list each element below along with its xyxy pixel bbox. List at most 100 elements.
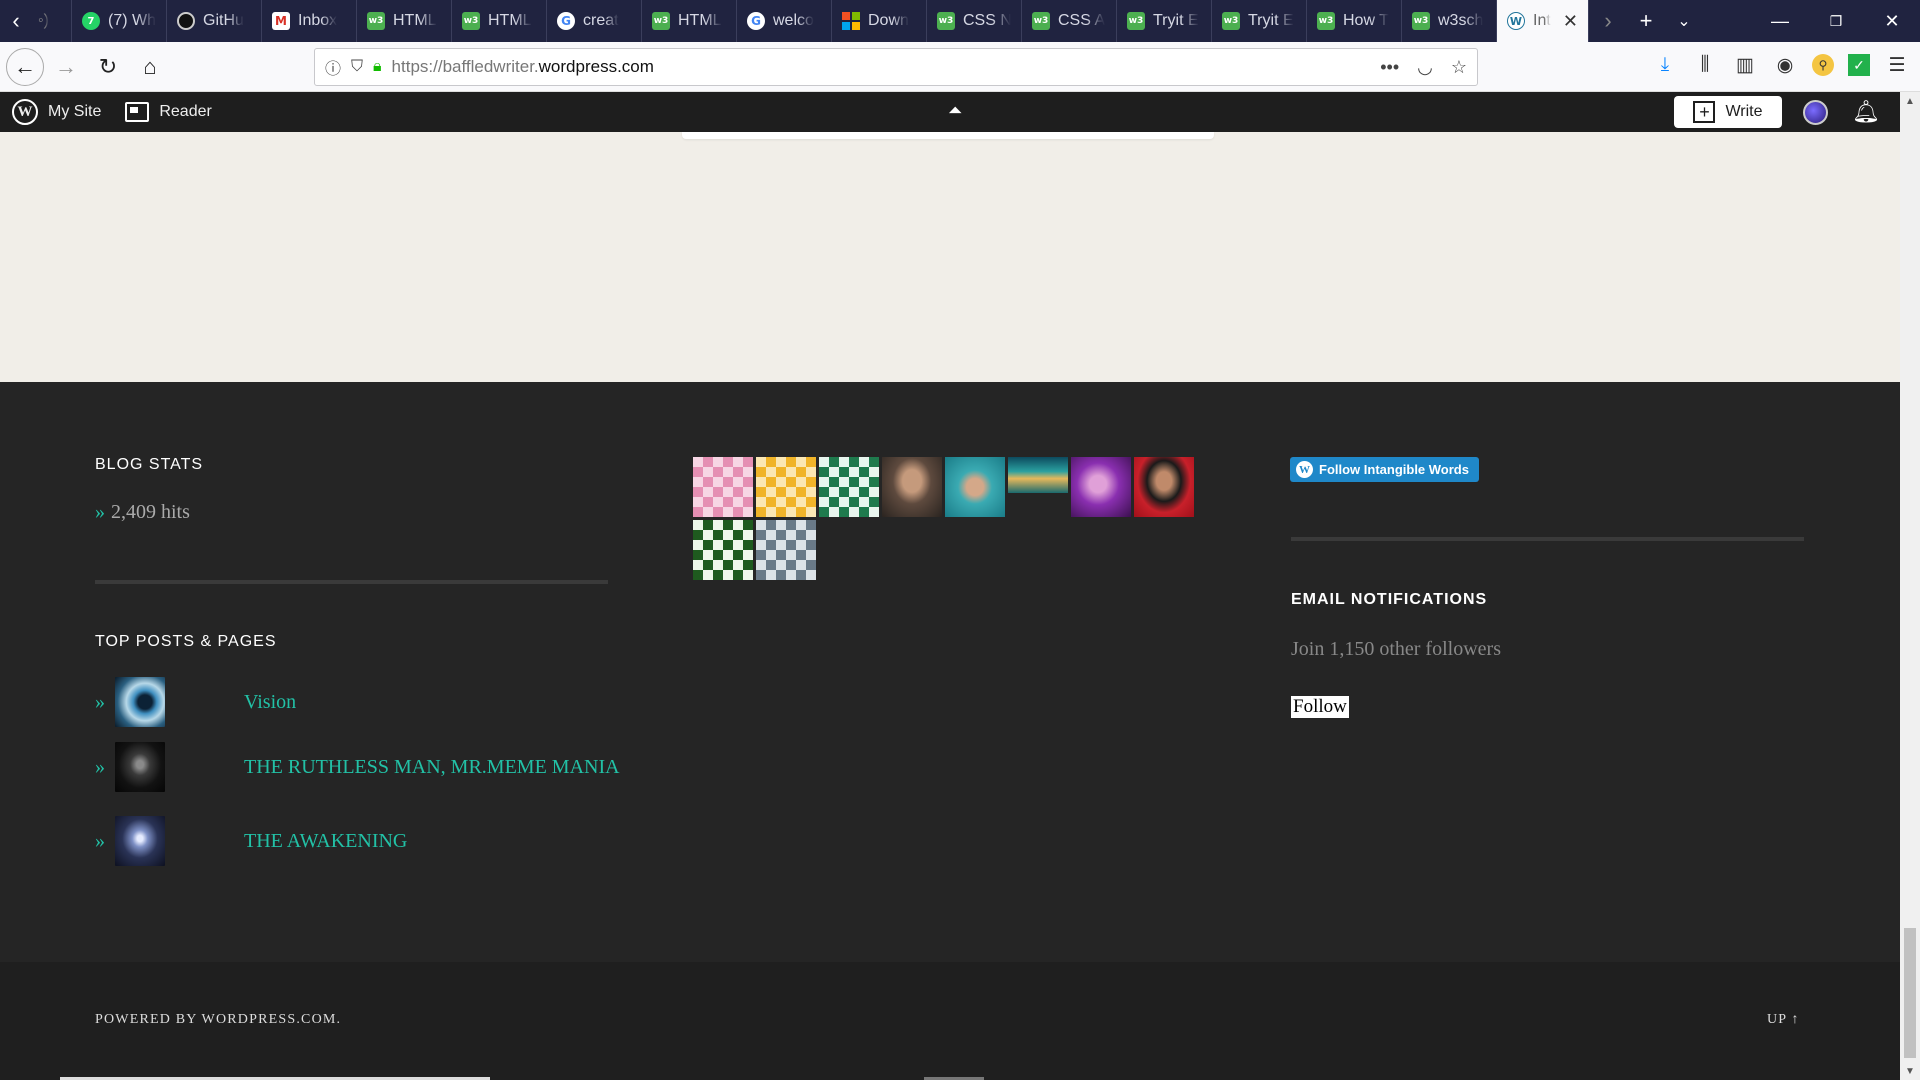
download-icon[interactable]: ⤓ [1652,50,1678,80]
follower-avatar[interactable] [1134,457,1194,517]
site-info-bar: POWERED BY WORDPRESS.COM. UP ↑ [0,962,1900,1080]
raquo-icon: » [95,829,105,852]
follower-avatar[interactable] [693,457,753,517]
my-site-label: My Site [48,103,102,120]
top-post-link[interactable]: THE AWAKENING [244,830,407,853]
info-icon[interactable]: ⓘ [325,55,341,79]
google-icon: G [557,12,575,30]
browser-tab[interactable]: w3 Tryit E [1117,0,1212,42]
top-post-item[interactable]: » THE RUTHLESS MAN, MR.MEME MANIA [95,742,620,792]
collapse-bar-icon[interactable]: ⏶ [948,100,962,121]
browser-tab[interactable]: w3 CSS N [927,0,1022,42]
reader-link[interactable]: Reader [113,92,223,132]
forward-arrow-icon[interactable]: → [46,47,86,87]
tab-scroll-right-icon[interactable]: › [1589,8,1627,34]
write-button[interactable]: + Write [1674,96,1782,128]
browser-tab[interactable]: w3 HTML [452,0,547,42]
scroll-down-icon[interactable]: ▼ [1900,1062,1920,1080]
scrollbar-thumb[interactable] [1904,928,1916,1058]
address-bar[interactable]: ⓘ ⛉ 🔒︎ https://baffledwriter.wordpress.c… [314,48,1478,86]
browser-tab[interactable]: w3 Tryit E [1212,0,1307,42]
reload-icon[interactable]: ↻ [88,47,128,87]
library-icon[interactable]: ⫼ [1692,50,1718,80]
follower-avatar[interactable] [756,520,816,580]
minimize-icon[interactable]: — [1752,0,1808,42]
close-window-icon[interactable]: ✕ [1864,0,1920,42]
list-all-tabs-icon[interactable]: ⌄ [1665,11,1703,31]
w3schools-icon: w3 [367,12,385,30]
browser-tab[interactable]: M Inbox [262,0,357,42]
tab-label: HTML [678,12,722,29]
home-icon[interactable]: ⌂ [130,47,170,87]
browser-tab[interactable]: w3 HTML [642,0,737,42]
post-card-bottom [682,132,1214,139]
hits-count: 2,409 hits [111,501,190,523]
raquo-icon: » [95,755,105,778]
wordpress-logo-icon: W [1296,461,1313,478]
follower-avatar[interactable] [756,457,816,517]
account-icon[interactable]: ◉ [1772,50,1798,80]
follower-avatar[interactable] [882,457,942,517]
top-post-item[interactable]: » Vision [95,677,296,727]
top-post-link[interactable]: Vision [244,691,296,714]
new-tab-icon[interactable]: + [1627,8,1665,34]
browser-tab[interactable]: w3 w3sch [1402,0,1497,42]
w3schools-icon: w3 [1032,12,1050,30]
extension-search-icon[interactable]: ⚲ [1812,54,1834,76]
back-to-top-link[interactable]: UP ↑ [1767,1012,1800,1028]
url-text[interactable]: https://baffledwriter.wordpress.com [392,57,654,77]
browser-tab[interactable]: Down [832,0,927,42]
w3schools-icon: w3 [652,12,670,30]
wordpress-icon: W [1507,12,1525,30]
browser-tab[interactable]: w3 How T [1307,0,1402,42]
extension-check-icon[interactable]: ✓ [1848,54,1870,76]
back-arrow-icon[interactable]: ← [6,47,44,86]
browser-tab[interactable]: 7 (7) Wh [72,0,167,42]
menu-icon[interactable]: ☰ [1884,50,1910,80]
close-tab-icon[interactable]: ✕ [1563,11,1578,32]
bookmark-star-icon[interactable]: ☆ [1451,57,1467,78]
follower-avatar[interactable] [693,520,753,580]
lock-icon[interactable]: 🔒︎ [373,58,382,76]
follower-avatar[interactable] [819,457,879,517]
browser-tab[interactable]: w3 CSS A [1022,0,1117,42]
sidebar-icon[interactable]: ▥ [1732,50,1758,80]
microsoft-icon [842,12,860,30]
browser-tab[interactable]: Gcreat [547,0,642,42]
follow-button[interactable]: Follow [1291,696,1349,718]
follower-avatar[interactable] [945,457,1005,517]
footer-widget-area: BLOG STATS » 2,409 hits TOP POSTS & PAGES… [0,382,1900,962]
follow-blog-badge[interactable]: W Follow Intangible Words [1290,457,1479,482]
tab-scroll-left-icon[interactable]: ‹ [0,0,32,42]
post-thumbnail-dark-face[interactable] [115,742,165,792]
browser-tab[interactable]: Gwelco [737,0,832,42]
my-site-link[interactable]: W My Site [0,92,113,132]
scroll-up-icon[interactable]: ▲ [1900,92,1920,110]
post-thumbnail-eye[interactable] [115,677,165,727]
browser-tab[interactable]: w3 HTML [357,0,452,42]
powered-by-link[interactable]: POWERED BY WORDPRESS.COM. [95,1012,341,1028]
shield-icon[interactable]: ⛉ [351,58,363,76]
user-avatar[interactable] [1803,100,1828,125]
page-scrollbar[interactable]: ▲ ▼ [1900,92,1920,1080]
top-post-item[interactable]: » THE AWAKENING [95,816,407,866]
notifications-bell-icon[interactable]: 🔔︎ [1852,99,1880,125]
browser-tab[interactable]: W Int ✕ [1497,0,1589,42]
follower-avatar[interactable] [1008,457,1068,493]
browser-tab[interactable]: GitHu [167,0,262,42]
blog-stats-title: BLOG STATS [95,456,204,473]
top-post-link[interactable]: THE RUTHLESS MAN, MR.MEME MANIA [244,756,620,779]
tab-label: CSS A [1058,12,1106,29]
pocket-icon[interactable]: ◡ [1417,57,1433,78]
wordpress-admin-bar: W My Site Reader ⏶ + Write 🔔︎ [0,92,1920,132]
write-label: Write [1725,103,1763,120]
tab-label: HTML [393,12,437,29]
tab-partial[interactable]: ◦) [32,0,72,42]
post-thumbnail-figure[interactable] [115,816,165,866]
main-content-area [0,132,1900,382]
page-actions-icon[interactable]: ••• [1380,57,1399,78]
tab-label: welco [773,12,814,29]
tab-label: (7) Wh [108,12,156,29]
follower-avatar[interactable] [1071,457,1131,517]
restore-icon[interactable]: ❐ [1808,0,1864,42]
